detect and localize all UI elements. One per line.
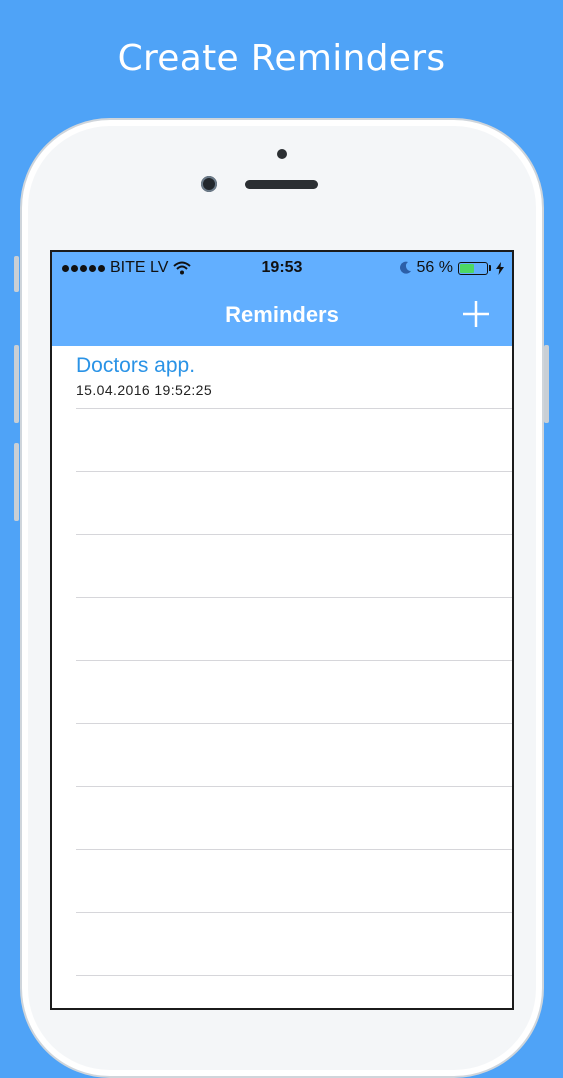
front-camera bbox=[201, 176, 217, 192]
status-bar: BITE LV 19:53 56 % bbox=[52, 252, 512, 284]
phone-side-button bbox=[14, 443, 19, 521]
moon-icon bbox=[399, 261, 411, 274]
empty-row bbox=[52, 661, 512, 724]
list-item[interactable]: Doctors app. 15.04.2016 19:52:25 bbox=[52, 346, 512, 409]
phone-sensor bbox=[277, 149, 287, 159]
phone-side-button bbox=[14, 345, 19, 423]
row-divider bbox=[76, 975, 512, 976]
app-screen: BITE LV 19:53 56 % Reminders Doctors app… bbox=[50, 250, 514, 1010]
reminder-date: 15.04.2016 19:52:25 bbox=[76, 382, 213, 398]
empty-row bbox=[52, 787, 512, 850]
promo-headline: Create Reminders bbox=[117, 38, 446, 79]
phone-side-button bbox=[14, 256, 19, 292]
empty-row bbox=[52, 409, 512, 472]
empty-row bbox=[52, 724, 512, 787]
page-title: Reminders bbox=[225, 302, 339, 327]
empty-row bbox=[52, 472, 512, 535]
empty-row bbox=[52, 913, 512, 976]
empty-row bbox=[52, 535, 512, 598]
add-reminder-button[interactable] bbox=[460, 298, 492, 330]
phone-side-button bbox=[544, 345, 549, 423]
empty-row bbox=[52, 598, 512, 661]
reminder-list: Doctors app. 15.04.2016 19:52:25 bbox=[52, 346, 512, 976]
reminder-title: Doctors app. bbox=[76, 354, 196, 377]
battery-percent: 56 % bbox=[416, 259, 453, 276]
charging-bolt-icon bbox=[496, 261, 504, 275]
battery-icon bbox=[458, 261, 488, 275]
empty-row bbox=[52, 850, 512, 913]
phone-speaker bbox=[245, 180, 318, 189]
nav-bar: Reminders bbox=[52, 284, 512, 346]
